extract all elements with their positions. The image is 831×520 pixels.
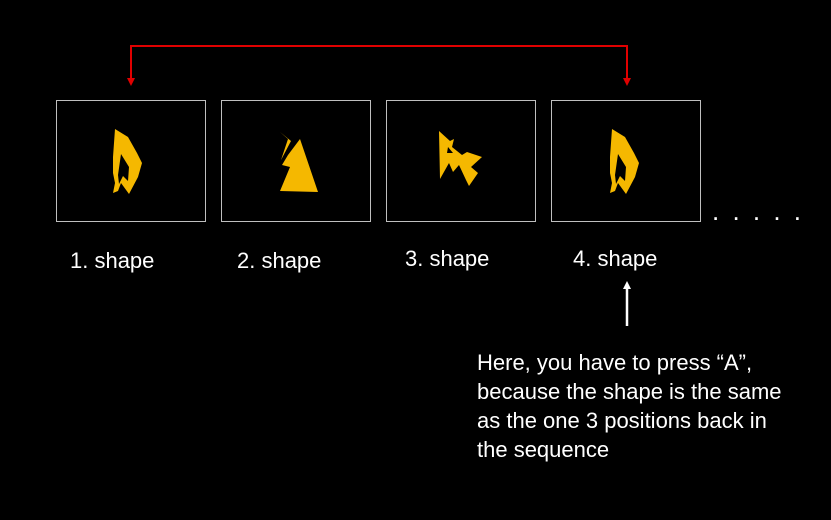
kite-shape-icon xyxy=(113,129,142,194)
match-connector xyxy=(127,45,631,86)
frame-label-2: 2. shape xyxy=(237,248,322,273)
kite-shape-icon xyxy=(610,129,639,194)
stimulus-frame-1 xyxy=(56,100,206,222)
stimulus-frame-4 xyxy=(551,100,701,222)
sequence-continuation: . . . . . xyxy=(712,196,805,226)
zigzag-shape-icon xyxy=(280,132,318,192)
explanation-line: as the one 3 positions back in xyxy=(477,408,767,433)
explanation-line: because the shape is the same xyxy=(477,379,782,404)
frame-label-4: 4. shape xyxy=(573,246,658,271)
frame-label-3: 3. shape xyxy=(405,246,490,271)
stimulus-frame-3 xyxy=(386,100,536,222)
explanation-line: Here, you have to press “A”, xyxy=(477,350,753,375)
stimulus-frame-2 xyxy=(221,100,371,222)
frame-label-1: 1. shape xyxy=(70,248,155,273)
jagged-shape-icon xyxy=(439,131,482,186)
explanation-text: Here, you have to press “A”, because the… xyxy=(477,348,822,464)
explanation-line: the sequence xyxy=(477,437,610,462)
